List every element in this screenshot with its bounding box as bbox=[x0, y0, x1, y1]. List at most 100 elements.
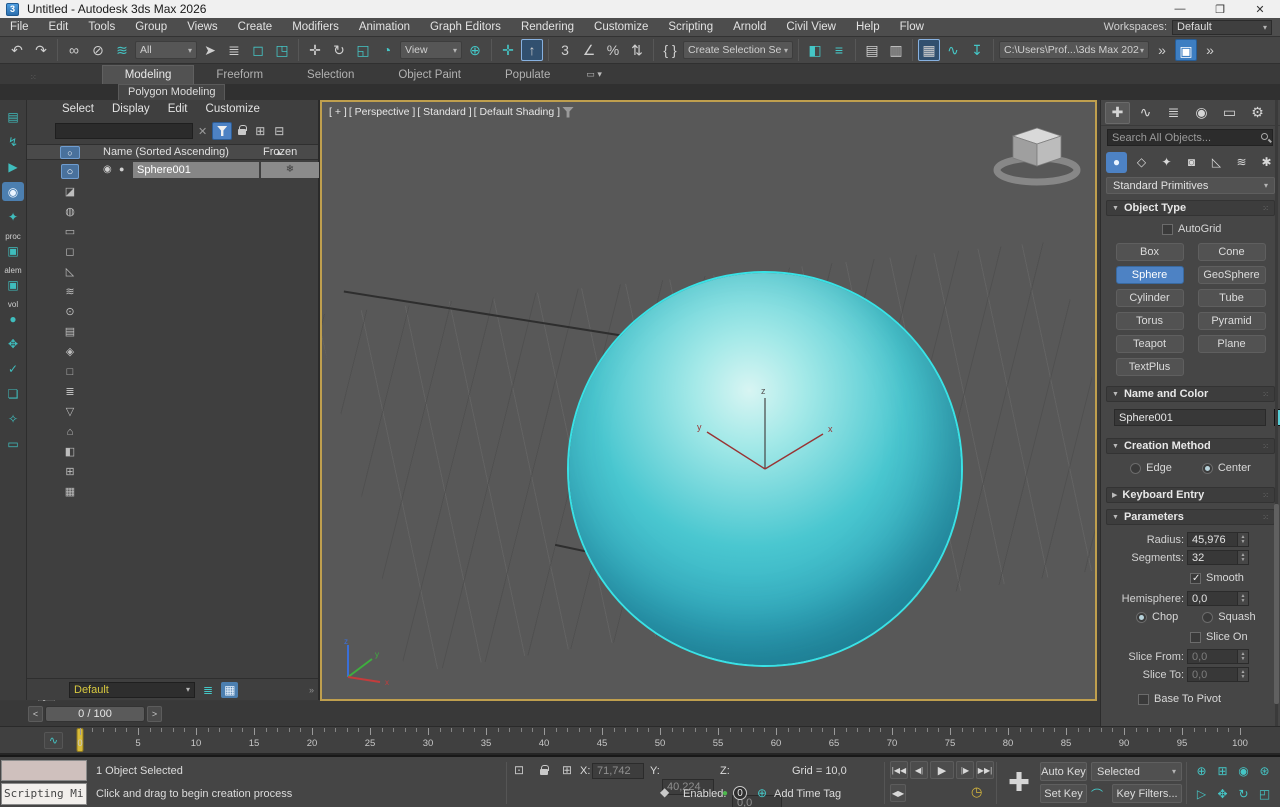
name-color-rollout-header[interactable]: ▼ Name and Color ⁙ bbox=[1106, 386, 1275, 402]
gesture-tool-icon[interactable]: ✥ bbox=[2, 334, 24, 353]
layers-icon[interactable]: ≣ bbox=[203, 683, 213, 697]
clear-search-icon[interactable]: ✕ bbox=[196, 125, 209, 138]
time-slider[interactable]: 0 / 100 bbox=[45, 706, 145, 722]
geosphere-button[interactable]: GeoSphere bbox=[1198, 266, 1266, 284]
schematic-view-icon[interactable]: ∿ bbox=[942, 39, 964, 61]
display-filter-icon-3[interactable]: ▭ bbox=[61, 224, 79, 239]
segments-field[interactable]: 32▲▼ bbox=[1187, 550, 1249, 565]
go-to-start-button[interactable]: |◀◀ bbox=[890, 761, 908, 779]
viewport-general-menu[interactable]: [ + ] bbox=[329, 106, 347, 118]
curve-editor-icon[interactable]: ▦ bbox=[918, 39, 940, 61]
snaps-toggle-3d-icon[interactable]: 3 bbox=[554, 39, 576, 61]
squash-radio[interactable]: Squash bbox=[1202, 611, 1255, 623]
slice-to-field[interactable]: 0,0▲▼ bbox=[1187, 667, 1249, 682]
object-type-rollout-header[interactable]: ▼ Object Type ⁙ bbox=[1106, 200, 1275, 216]
command-search-input[interactable] bbox=[1107, 129, 1273, 146]
workspaces-dropdown[interactable]: Default ▾ bbox=[1172, 20, 1272, 35]
lock-icon[interactable] bbox=[235, 124, 249, 138]
display-filter-icon-2[interactable]: ◍ bbox=[61, 204, 79, 219]
select-and-scale-icon[interactable]: ◱ bbox=[352, 39, 374, 61]
cone-button[interactable]: Cone bbox=[1198, 243, 1266, 261]
absolute-mode-icon[interactable]: ⊞ bbox=[562, 763, 572, 777]
next-frame-button[interactable]: |▶ bbox=[956, 761, 974, 779]
zoom-icon[interactable]: ⊕ bbox=[1192, 761, 1211, 780]
pan-icon[interactable]: ✥ bbox=[1213, 784, 1232, 803]
previous-key-button[interactable]: < bbox=[28, 706, 43, 722]
category-systems[interactable]: ✱ bbox=[1256, 152, 1277, 173]
display-filter-icon-15[interactable]: ⊞ bbox=[61, 464, 79, 479]
play-button[interactable]: ▶ bbox=[930, 761, 954, 779]
time-configuration-icon[interactable]: ◷ bbox=[971, 784, 982, 800]
expand-all-icon[interactable]: ⊞ bbox=[252, 124, 268, 138]
tab-utilities[interactable]: ⚙ bbox=[1245, 102, 1270, 124]
toolbar-overflow2-icon[interactable]: » bbox=[1199, 39, 1221, 61]
frozen-cell[interactable]: ❄ bbox=[261, 162, 319, 178]
explorer-menu-edit[interactable]: Edit bbox=[159, 100, 197, 119]
tab-motion[interactable]: ◉ bbox=[1189, 102, 1214, 124]
select-by-name-icon[interactable]: ≣ bbox=[223, 39, 245, 61]
menu-help[interactable]: Help bbox=[846, 18, 890, 37]
toggle-layer-explorer-icon[interactable]: ▥ bbox=[885, 39, 907, 61]
rectangular-selection-region-icon[interactable]: ◻ bbox=[247, 39, 269, 61]
menu-edit[interactable]: Edit bbox=[39, 18, 79, 37]
display-filter-icon-16[interactable]: ▦ bbox=[61, 484, 79, 499]
time-tag-icon[interactable]: ⊕ bbox=[757, 786, 767, 800]
maximize-viewport-icon[interactable]: ◰ bbox=[1255, 784, 1274, 803]
slice-from-field[interactable]: 0,0▲▼ bbox=[1187, 649, 1249, 664]
torus-button[interactable]: Torus bbox=[1116, 312, 1184, 330]
mirror-icon[interactable]: ◧ bbox=[804, 39, 826, 61]
undo-icon[interactable]: ↶ bbox=[6, 39, 28, 61]
select-and-place-icon[interactable]: ◔ bbox=[376, 39, 398, 61]
menu-graph-editors[interactable]: Graph Editors bbox=[420, 18, 511, 37]
ribbon-tab-populate[interactable]: Populate bbox=[483, 66, 572, 84]
ribbon-tab-freeform[interactable]: Freeform bbox=[194, 66, 285, 84]
next-key-button[interactable]: > bbox=[147, 706, 162, 722]
explorer-menu-select[interactable]: Select bbox=[53, 100, 103, 119]
menu-rendering[interactable]: Rendering bbox=[511, 18, 584, 37]
alembic-create-icon[interactable]: alem▣ bbox=[2, 266, 24, 294]
perspective-viewport[interactable]: z y x z y x [ + ] [ Perspective ] [ Stan… bbox=[320, 100, 1097, 701]
display-filter-icon-14[interactable]: ◧ bbox=[61, 444, 79, 459]
menu-animation[interactable]: Animation bbox=[349, 18, 420, 37]
keyboard-entry-rollout-header[interactable]: ▶ Keyboard Entry ⁙ bbox=[1106, 487, 1275, 503]
listener-window-icon[interactable]: ↯ bbox=[2, 132, 24, 151]
ribbon-tab-object-paint[interactable]: Object Paint bbox=[376, 66, 483, 84]
category-lights[interactable]: ✦ bbox=[1156, 152, 1177, 173]
unlink-selection-icon[interactable]: ⊘ bbox=[87, 39, 109, 61]
ribbon-overflow-icon[interactable]: ▭ ▾ bbox=[586, 69, 602, 84]
autogrid-checkbox[interactable] bbox=[1162, 224, 1173, 235]
view-cube[interactable] bbox=[991, 118, 1083, 190]
set-keys-button[interactable]: ✚ bbox=[1002, 762, 1036, 802]
reference-coordinate-dropdown[interactable]: View▾ bbox=[400, 41, 462, 59]
display-filter-icon-9[interactable]: ◈ bbox=[61, 344, 79, 359]
radius-field[interactable]: 45,976▲▼ bbox=[1187, 532, 1249, 547]
display-filter-icon-11[interactable]: ≣ bbox=[61, 384, 79, 399]
maxscript-mini-listener[interactable]: Scripting Mi bbox=[1, 783, 87, 805]
category-space-warps[interactable]: ≋ bbox=[1231, 152, 1252, 173]
display-filter-icon-12[interactable]: ▽ bbox=[61, 404, 79, 419]
mini-window-icon[interactable]: ▭ bbox=[2, 434, 24, 453]
visibility-eye-icon[interactable]: ◉ bbox=[103, 164, 112, 175]
teapot-button[interactable]: Teapot bbox=[1116, 335, 1184, 353]
x-coordinate-field[interactable]: 71,742 bbox=[592, 763, 644, 779]
collapse-all-icon[interactable]: ⊟ bbox=[271, 124, 287, 138]
select-and-move-icon[interactable]: ✛ bbox=[304, 39, 326, 61]
viewport-filter-icon[interactable] bbox=[562, 107, 574, 118]
panel-scrollbar[interactable] bbox=[1274, 504, 1279, 704]
smooth-checkbox[interactable] bbox=[1190, 573, 1201, 584]
category-cameras[interactable]: ◙ bbox=[1181, 152, 1202, 173]
center-radio[interactable]: Center bbox=[1202, 462, 1251, 474]
tube-button[interactable]: Tube bbox=[1198, 289, 1266, 307]
lights-pair-icon[interactable]: ✧ bbox=[2, 409, 24, 428]
explorer-menu-customize[interactable]: Customize bbox=[197, 100, 269, 119]
project-folder-dropdown[interactable]: C:\Users\Prof...\3ds Max 202▾ bbox=[999, 41, 1149, 59]
window-crossing-icon[interactable]: ◳ bbox=[271, 39, 293, 61]
category-shapes[interactable]: ◇ bbox=[1131, 152, 1152, 173]
run-script-icon[interactable]: ▶ bbox=[2, 157, 24, 176]
viewport-standard-menu[interactable]: [ Standard ] bbox=[417, 106, 471, 118]
table-row[interactable]: ◉●Sphere001❄ bbox=[27, 162, 318, 179]
hierarchy-mode-icon[interactable]: ▦ bbox=[221, 682, 238, 698]
go-to-end-button[interactable]: ▶▶| bbox=[976, 761, 994, 779]
object-name-field[interactable] bbox=[1114, 409, 1266, 426]
menu-customize[interactable]: Customize bbox=[584, 18, 658, 37]
